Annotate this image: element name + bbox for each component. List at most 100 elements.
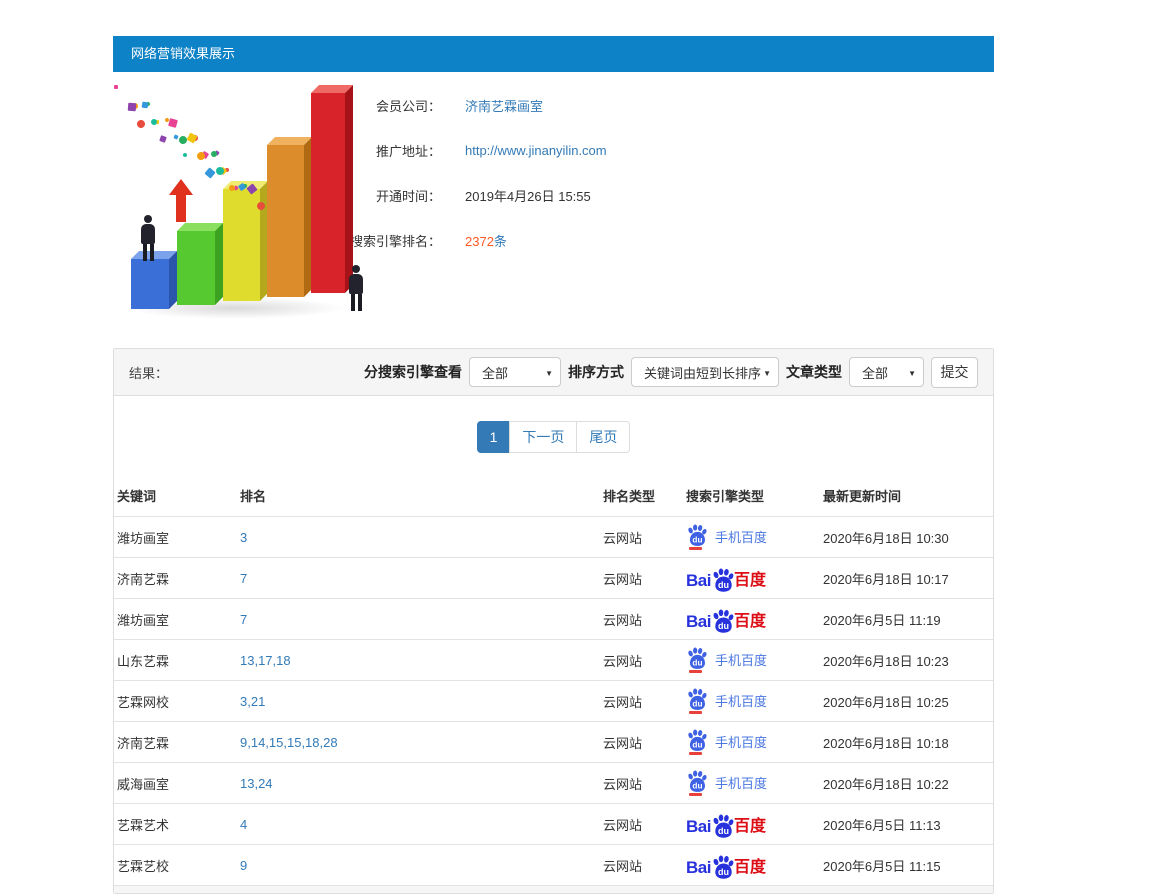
mobile-baidu-logo[interactable]: du 手机百度 <box>686 647 767 673</box>
table-row: 山东艺霖 13,17,18 云网站 du <box>114 640 993 681</box>
rank-cell: 7 <box>237 599 600 640</box>
baidu-paw-icon: du <box>686 688 708 714</box>
pagination: 1 下一页 尾页 <box>114 421 993 453</box>
baidu-logo[interactable]: Bai du 百度 <box>686 852 766 878</box>
bar-chart-growth-illustration <box>117 90 349 325</box>
rank-link[interactable]: 3 <box>240 530 247 545</box>
rank-type-cell: 云网站 <box>600 845 683 886</box>
promo-url-link[interactable]: http://www.jinanyilin.com <box>465 143 607 158</box>
rank-link[interactable]: 13,17,18 <box>240 653 291 668</box>
engine-rank-value: 2372条 <box>465 231 507 250</box>
rank-link[interactable]: 9,14,15,15,18,28 <box>240 735 338 750</box>
rank-type-cell: 云网站 <box>600 640 683 681</box>
mobile-baidu-label: 手机百度 <box>715 650 767 669</box>
businessman-figure-left <box>137 215 159 261</box>
mobile-baidu-logo[interactable]: du 手机百度 <box>686 770 767 796</box>
pagination-next-button[interactable]: 下一页 <box>509 421 577 453</box>
illustration-bar-orange <box>267 145 304 297</box>
rank-type-cell: 云网站 <box>600 599 683 640</box>
updated-cell: 2020年6月5日 11:19 <box>820 599 993 640</box>
keyword-cell: 艺霖艺校 <box>114 845 237 886</box>
rank-link[interactable]: 9 <box>240 858 247 873</box>
article-type-selected-value: 全部 <box>862 363 888 382</box>
results-table: 关键词 排名 排名类型 搜索引擎类型 最新更新时间 潍坊画室 3 云网站 <box>114 475 993 886</box>
engine-cell: du 手机百度 Bai du 百 <box>683 640 820 681</box>
baidu-logo[interactable]: Bai du 百度 <box>686 811 766 837</box>
mobile-baidu-label: 手机百度 <box>715 691 767 710</box>
baidu-logo[interactable]: Bai du 百度 <box>686 565 766 591</box>
sort-label: 排序方式 <box>568 362 624 382</box>
table-row: 潍坊画室 7 云网站 du <box>114 599 993 640</box>
sort-selected-value: 关键词由短到长排序 <box>644 363 761 382</box>
rank-link[interactable]: 13,24 <box>240 776 273 791</box>
engine-cell: du 手机百度 Bai du 百 <box>683 681 820 722</box>
article-type-label: 文章类型 <box>786 362 842 382</box>
baidu-paw-icon: du <box>686 524 708 550</box>
rank-cell: 3,21 <box>237 681 600 722</box>
mobile-baidu-label: 手机百度 <box>715 732 767 751</box>
submit-button[interactable]: 提交 <box>931 357 978 388</box>
pagination-page-1[interactable]: 1 <box>477 421 511 453</box>
rank-cell: 13,17,18 <box>237 640 600 681</box>
rank-link[interactable]: 7 <box>240 612 247 627</box>
article-type-select[interactable]: 全部 ▼ <box>849 357 924 387</box>
mobile-baidu-logo[interactable]: du 手机百度 <box>686 729 767 755</box>
mobile-baidu-logo[interactable]: du 手机百度 <box>686 524 767 550</box>
svg-text:du: du <box>692 658 702 667</box>
baidu-logo-cn-text: 百度 <box>734 858 766 878</box>
keyword-cell: 山东艺霖 <box>114 640 237 681</box>
info-row-member-company: 会员公司： 济南艺霖画室 <box>349 96 607 115</box>
rank-cell: 9,14,15,15,18,28 <box>237 722 600 763</box>
engine-filter-select[interactable]: 全部 ▼ <box>469 357 561 387</box>
engine-cell: du 手机百度 Bai du 百 <box>683 763 820 804</box>
rank-link[interactable]: 3,21 <box>240 694 265 709</box>
engine-rank-count: 2372 <box>465 234 494 249</box>
table-row: 艺霖网校 3,21 云网站 du <box>114 681 993 722</box>
keyword-cell: 潍坊画室 <box>114 517 237 558</box>
baidu-logo[interactable]: Bai du 百度 <box>686 606 766 632</box>
svg-text:du: du <box>692 781 702 790</box>
updated-cell: 2020年6月18日 10:23 <box>820 640 993 681</box>
column-header-rank: 排名 <box>237 475 600 517</box>
keyword-cell: 济南艺霖 <box>114 558 237 599</box>
rank-cell: 13,24 <box>237 763 600 804</box>
keyword-cell: 潍坊画室 <box>114 599 237 640</box>
promo-url-label: 推广地址： <box>349 141 441 160</box>
engine-cell: du 手机百度 Bai du 百 <box>683 558 820 599</box>
svg-text:du: du <box>718 867 729 877</box>
baidu-paw-icon: du <box>686 729 708 755</box>
keyword-cell: 艺霖艺术 <box>114 804 237 845</box>
rank-link[interactable]: 4 <box>240 817 247 832</box>
chevron-down-icon: ▼ <box>908 369 916 378</box>
baidu-underline-decoration <box>689 752 702 755</box>
rank-type-cell: 云网站 <box>600 517 683 558</box>
baidu-paw-icon: du <box>686 647 708 673</box>
results-table-body: 潍坊画室 3 云网站 du <box>114 517 993 886</box>
member-company-link[interactable]: 济南艺霖画室 <box>465 96 543 115</box>
info-list: 会员公司： 济南艺霖画室 推广地址： http://www.jinanyilin… <box>349 90 607 325</box>
sort-select[interactable]: 关键词由短到长排序 ▼ <box>631 357 779 387</box>
svg-text:du: du <box>692 699 702 708</box>
up-arrow-icon <box>169 179 193 223</box>
baidu-logo-bai-text: Bai <box>686 612 711 632</box>
baidu-paw-icon: du <box>711 609 735 635</box>
rank-link[interactable]: 7 <box>240 571 247 586</box>
info-row-open-time: 开通时间： 2019年4月26日 15:55 <box>349 186 607 205</box>
pagination-last-button[interactable]: 尾页 <box>576 421 630 453</box>
rank-type-cell: 云网站 <box>600 763 683 804</box>
updated-cell: 2020年6月18日 10:17 <box>820 558 993 599</box>
column-header-rank-type: 排名类型 <box>600 475 683 517</box>
svg-text:du: du <box>718 621 729 631</box>
info-section: 会员公司： 济南艺霖画室 推广地址： http://www.jinanyilin… <box>113 72 994 343</box>
rank-cell: 9 <box>237 845 600 886</box>
baidu-logo-cn-text: 百度 <box>734 571 766 591</box>
baidu-logo-bai-text: Bai <box>686 817 711 837</box>
page-title: 网络营销效果展示 <box>131 46 235 61</box>
page-container: 网络营销效果展示 会员公司： 济南艺霖画室 推广地址： <box>113 0 994 894</box>
engine-cell: du 手机百度 Bai du 百 <box>683 845 820 886</box>
engine-filter-selected-value: 全部 <box>482 363 508 382</box>
updated-cell: 2020年6月18日 10:25 <box>820 681 993 722</box>
svg-text:du: du <box>692 740 702 749</box>
table-row: 济南艺霖 7 云网站 du <box>114 558 993 599</box>
mobile-baidu-logo[interactable]: du 手机百度 <box>686 688 767 714</box>
